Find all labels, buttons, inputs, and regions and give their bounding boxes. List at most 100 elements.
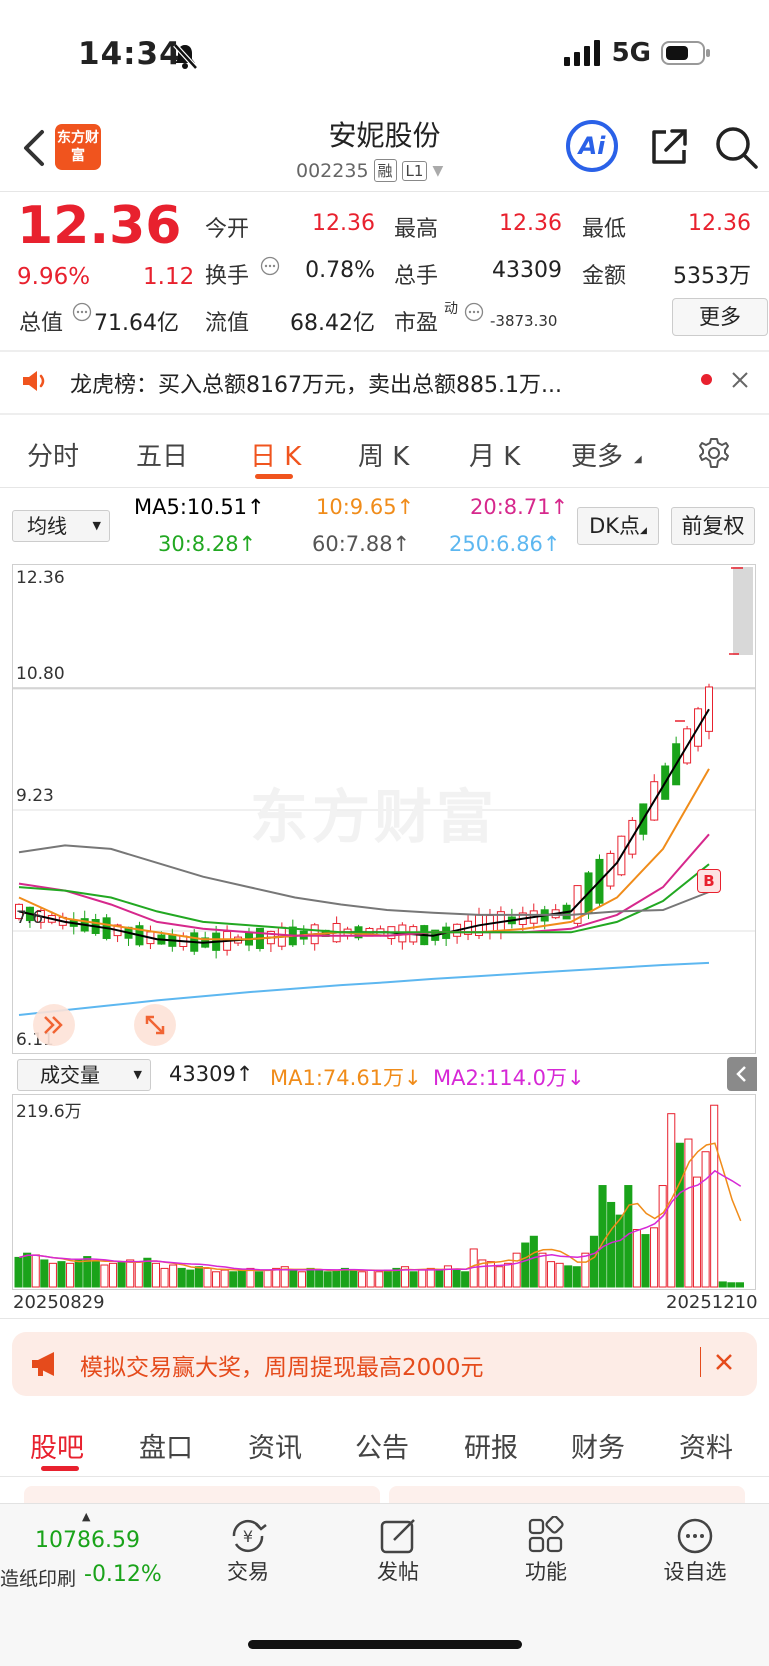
btab-news[interactable]: 资讯 [248,1426,302,1465]
volume-bar [409,1271,418,1288]
volume-bar [452,1269,461,1288]
search-button[interactable] [715,126,759,174]
volume-ma1-line [19,1142,742,1272]
expand-left-button[interactable] [33,1004,75,1046]
btab-finance[interactable]: 财务 [571,1426,625,1465]
volume-bar [237,1269,246,1288]
volume-bar [358,1271,367,1288]
volume-bar [186,1269,195,1288]
ai-button[interactable]: Ai [566,120,618,172]
volume-bar [340,1267,349,1288]
nav-add-watchlist[interactable]: 设自选 [652,1516,738,1586]
close-notice-button[interactable] [730,370,750,394]
index-value[interactable]: 10786.59 [35,1528,140,1553]
volume-chart[interactable] [12,1094,756,1290]
dk-button-label: DK点 [589,514,641,538]
btab-announcement[interactable]: 公告 [355,1426,409,1465]
volume-bar [383,1269,392,1288]
volume-value: 43309 [492,258,562,283]
more-button[interactable]: 更多 [672,298,768,336]
tab-indicator [255,474,293,479]
volume-bar [538,1252,547,1288]
chart-bottom-divider [0,1318,769,1319]
volume-bar [74,1259,83,1288]
ma30-value: 30:8.28↑ [158,532,257,556]
volume-bar [512,1252,521,1288]
volume-bar [718,1281,727,1288]
promo-text[interactable]: 模拟交易赢大奖，周周提现最高2000元 [80,1348,484,1382]
volume-bar [375,1271,384,1288]
caret-down-icon[interactable]: ▼ [432,163,443,179]
caret-up-icon[interactable]: ▲ [82,1510,90,1523]
volume-ma2: MA2:114.0万↓ [433,1066,585,1090]
amount-value: 5353万 [673,264,751,289]
volume-bar [727,1282,736,1288]
volume-bar [23,1252,32,1288]
tab-daily-k[interactable]: 日 K [250,436,301,473]
index-name[interactable]: 造纸印刷 [0,1564,76,1591]
volume-bar [684,1138,693,1288]
btab-profile[interactable]: 资料 [679,1426,733,1465]
tab-weekly-k[interactable]: 周 K [358,436,409,473]
expand-icon [145,1015,165,1035]
yen-cycle-icon: ¥ [232,1519,267,1553]
tab-5day[interactable]: 五日 [136,436,188,473]
chevron-left-icon [736,1066,746,1082]
nav-functions[interactable]: 功能 [504,1516,588,1586]
tabs-divider [0,487,769,488]
volume-bar [91,1261,100,1288]
share-button[interactable] [648,126,690,172]
btab-research[interactable]: 研报 [464,1426,518,1465]
volume-bar [272,1267,281,1288]
volume-bar [598,1185,607,1288]
buy-signal-marker[interactable]: B [697,869,721,893]
adjust-button[interactable]: 前复权 [671,507,755,545]
chart-settings-button[interactable] [697,436,731,474]
volume-bar [564,1265,573,1288]
volume-select[interactable]: 成交量 ▼ [17,1059,151,1091]
low-label: 最低 [582,217,627,242]
info-icon[interactable] [464,302,484,326]
notice-text[interactable]: 龙虎榜：买入总额8167万元，卖出总额885.1万... [70,367,562,399]
btab-orderbook[interactable]: 盘口 [139,1426,193,1465]
btabs-divider [0,1476,769,1477]
volume-bar [332,1269,341,1288]
nav-post[interactable]: 发帖 [356,1516,440,1586]
volume-ma2-line [19,1169,742,1272]
close-promo-button[interactable] [714,1352,734,1376]
turnover-label: 换手 [205,264,250,289]
float-value: 68.42亿 [290,311,375,336]
tab-monthly-k[interactable]: 月 K [469,436,520,473]
tab-intraday[interactable]: 分时 [27,436,79,473]
indicator-select[interactable]: 均线 ▼ [12,510,110,542]
info-icon[interactable] [72,302,92,326]
volume-bar [40,1259,49,1288]
nav-post-label: 发帖 [377,1560,419,1584]
volume-bar [117,1261,126,1288]
collapse-panel-button[interactable] [727,1057,757,1091]
volume-bar [529,1235,538,1288]
fullscreen-button[interactable] [134,1004,176,1046]
tab-more[interactable]: 更多 [571,436,623,473]
volume-bar [169,1264,178,1288]
y-label-4: 7.6 [16,908,44,928]
high-label: 最高 [394,217,439,242]
index-change[interactable]: -0.12% [84,1562,162,1587]
home-indicator[interactable] [248,1640,522,1649]
volume-bar [229,1271,238,1288]
amount-label: 金额 [582,264,627,289]
volume-bar [735,1282,744,1288]
margin-tag: 融 [373,159,397,182]
volume-bar [589,1235,598,1288]
nav-trade[interactable]: ¥ 交易 [206,1516,290,1586]
volume-bar [701,1151,710,1288]
signal-icon [563,40,600,66]
info-icon[interactable] [260,256,280,280]
btab-forum[interactable]: 股吧 [30,1426,84,1465]
volume-bar [212,1271,221,1288]
volume-bar [57,1261,66,1288]
dk-button[interactable]: DK点◢ [577,507,659,545]
volume-bar [108,1262,118,1288]
volume-bar [366,1269,375,1288]
volume-bar [418,1269,427,1288]
